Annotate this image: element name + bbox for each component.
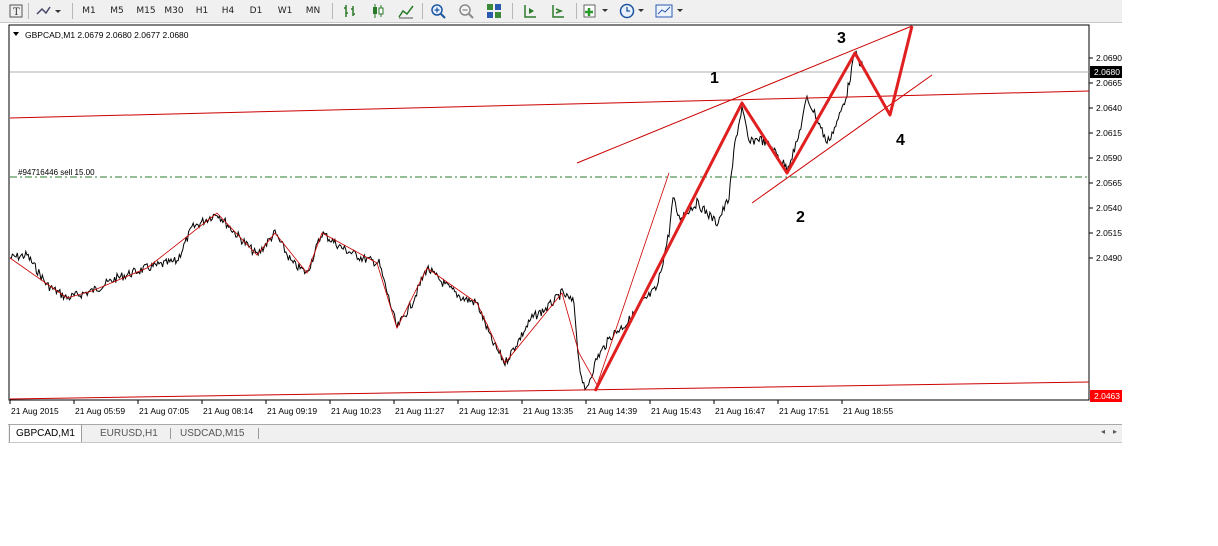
scroll-right-icon[interactable]: ▸ xyxy=(1113,427,1117,436)
wave-label-1: 1 xyxy=(710,70,719,87)
separator xyxy=(28,3,29,19)
svg-text:T: T xyxy=(13,7,20,18)
price-tick-label: 2.0515 xyxy=(1096,228,1122,238)
price-tick-label: 2.0540 xyxy=(1096,203,1122,213)
zoom-in-icon[interactable] xyxy=(428,2,448,20)
tab-gbpcad-m1[interactable]: GBPCAD,M1 xyxy=(9,425,82,443)
time-tick-label: 21 Aug 09:19 xyxy=(267,406,317,416)
time-tick-label: 21 Aug 18:55 xyxy=(843,406,893,416)
status-divider xyxy=(8,442,1122,443)
tile-windows-icon[interactable] xyxy=(484,2,504,20)
timeframe-d1[interactable]: D1 xyxy=(246,2,266,20)
wave-label-3: 3 xyxy=(837,30,846,47)
timeframe-mn[interactable]: MN xyxy=(302,2,324,20)
tab-divider xyxy=(170,428,171,439)
time-tick-label: 21 Aug 08:14 xyxy=(203,406,253,416)
timeframe-m30[interactable]: M30 xyxy=(162,2,186,20)
time-tick-label: 21 Aug 2015 xyxy=(11,406,59,416)
timeframe-m15[interactable]: M15 xyxy=(134,2,158,20)
time-axis: 21 Aug 2015 21 Aug 05:59 21 Aug 07:05 21 Au… xyxy=(9,400,893,416)
time-tick-label: 21 Aug 11:27 xyxy=(395,406,445,416)
left-panel-edge xyxy=(0,23,7,423)
price-axis: 2.0690 2.0665 2.0640 2.0615 2.0590 2.0565 2.05… xyxy=(1089,53,1122,263)
separator xyxy=(332,3,333,19)
price-tick-label: 2.0490 xyxy=(1096,253,1122,263)
price-tick-label: 2.0590 xyxy=(1096,153,1122,163)
timeframe-m1[interactable]: M1 xyxy=(78,2,100,20)
scroll-left-icon[interactable]: ◂ xyxy=(1101,427,1105,436)
line-chart-icon[interactable] xyxy=(396,2,416,20)
order-label: #94716446 sell 15.00 xyxy=(18,168,95,177)
toolbar: T M1 M5 M15 M30 H1 H4 D1 W1 MN xyxy=(0,0,1122,23)
auto-scroll-icon[interactable] xyxy=(548,2,568,20)
chart-shift-icon[interactable] xyxy=(520,2,540,20)
separator xyxy=(512,3,513,19)
timeframe-h1[interactable]: H1 xyxy=(192,2,212,20)
periods-clock-icon[interactable] xyxy=(618,2,648,20)
bar-chart-icon[interactable] xyxy=(340,2,360,20)
timeframe-m5[interactable]: M5 xyxy=(106,2,128,20)
line-tools-icon[interactable] xyxy=(34,2,62,20)
time-tick-label: 21 Aug 15:43 xyxy=(651,406,701,416)
timeframe-w1[interactable]: W1 xyxy=(274,2,296,20)
tab-divider xyxy=(258,428,259,439)
low-price-label: 2.0463 xyxy=(1094,391,1120,401)
chart-plot-area xyxy=(8,24,1090,401)
chart-window[interactable]: 2.0690 2.0665 2.0640 2.0615 2.0590 2.0565 2.05… xyxy=(7,23,1122,423)
tab-eurusd-h1[interactable]: EURUSD,H1 xyxy=(94,425,164,442)
separator xyxy=(72,3,73,19)
time-tick-label: 21 Aug 07:05 xyxy=(139,406,189,416)
timeframe-h4[interactable]: H4 xyxy=(218,2,238,20)
price-tick-label: 2.0690 xyxy=(1096,53,1122,63)
time-tick-label: 21 Aug 17:51 xyxy=(779,406,829,416)
price-tick-label: 2.0565 xyxy=(1096,178,1122,188)
separator xyxy=(422,3,423,19)
current-price-label: 2.0680 xyxy=(1094,67,1120,77)
price-tick-label: 2.0615 xyxy=(1096,128,1122,138)
time-tick-label: 21 Aug 12:31 xyxy=(459,406,509,416)
templates-icon[interactable] xyxy=(654,2,688,20)
text-tool-icon[interactable]: T xyxy=(8,2,24,20)
time-tick-label: 21 Aug 10:23 xyxy=(331,406,381,416)
chart-canvas[interactable]: 2.0690 2.0665 2.0640 2.0615 2.0590 2.0565 2.05… xyxy=(7,23,1122,423)
price-tick-label: 2.0640 xyxy=(1096,103,1122,113)
time-tick-label: 21 Aug 13:35 xyxy=(523,406,573,416)
wave-label-2: 2 xyxy=(796,209,805,226)
price-tick-label: 2.0665 xyxy=(1096,78,1122,88)
time-tick-label: 21 Aug 05:59 xyxy=(75,406,125,416)
chart-tab-bar: GBPCAD,M1 EURUSD,H1 USDCAD,M15 ◂ ▸ xyxy=(8,424,1122,443)
separator xyxy=(576,3,577,19)
tab-usdcad-m15[interactable]: USDCAD,M15 xyxy=(174,425,250,442)
wave-label-4: 4 xyxy=(896,132,905,149)
zoom-out-icon[interactable] xyxy=(456,2,476,20)
time-tick-label: 21 Aug 14:39 xyxy=(587,406,637,416)
indicators-icon[interactable] xyxy=(582,2,612,20)
chart-header: GBPCAD,M1 2.0679 2.0680 2.0677 2.0680 xyxy=(25,30,189,40)
candlestick-chart-icon[interactable] xyxy=(368,2,388,20)
time-tick-label: 21 Aug 16:47 xyxy=(715,406,765,416)
